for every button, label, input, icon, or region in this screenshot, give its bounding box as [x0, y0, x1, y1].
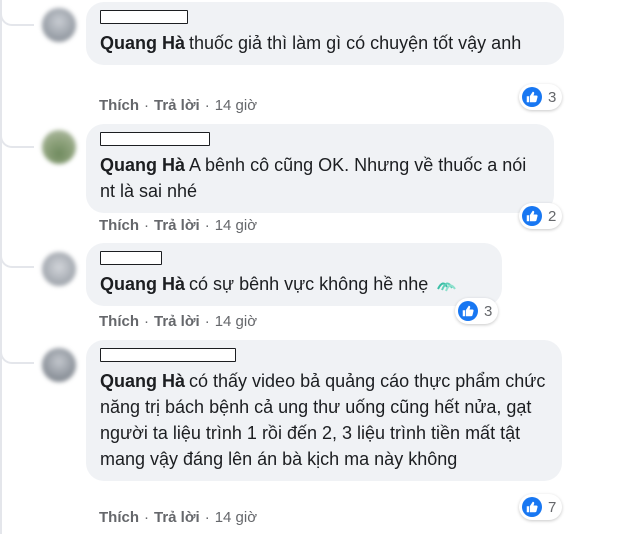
reaction-count: 7 [548, 498, 557, 516]
timestamp[interactable]: 14 giờ [215, 313, 257, 330]
reply-link[interactable]: Trả lời [154, 97, 200, 114]
reaction-summary[interactable]: 2 [519, 203, 563, 229]
comment-bubble: Quang Hà thuốc giả thì làm gì có chuyện t… [86, 2, 564, 65]
comment-bubble: Quang Hà có thấy video bả quảng cáo thực … [86, 340, 562, 481]
reaction-count: 3 [548, 88, 557, 106]
reaction-count: 2 [548, 207, 557, 225]
thread-line [0, 0, 2, 534]
comment-text: Quang Hà A bênh cô cũng OK. Nhưng về thuố… [100, 152, 540, 204]
thread-branch [0, 352, 34, 364]
avatar[interactable] [42, 252, 76, 286]
cold-sweat-emoji-icon [435, 274, 457, 292]
comment-text: Quang Hà có sự bênh vực không hề nhẹ [100, 271, 488, 297]
avatar[interactable] [42, 130, 76, 164]
reply-link[interactable]: Trả lời [154, 217, 200, 234]
like-icon [522, 497, 542, 517]
reply-link[interactable]: Trả lời [154, 509, 200, 526]
like-icon [522, 87, 542, 107]
reaction-count: 3 [484, 302, 493, 320]
like-link[interactable]: Thích [99, 97, 139, 114]
like-icon [522, 206, 542, 226]
mention-author[interactable]: Quang Hà [100, 155, 185, 175]
like-link[interactable]: Thích [99, 217, 139, 234]
comment-body: thuốc giả thì làm gì có chuyện tốt vậy a… [189, 33, 522, 53]
comment-actions: Thích · Trả lời · 14 giờ [99, 217, 258, 234]
comment-bubble: Quang Hà A bênh cô cũng OK. Nhưng về thuố… [86, 124, 554, 213]
redacted-name [100, 132, 210, 146]
comment-bubble: Quang Hà có sự bênh vực không hề nhẹ [86, 243, 502, 306]
mention-author[interactable]: Quang Hà [100, 274, 185, 294]
reaction-summary[interactable]: 3 [455, 298, 499, 324]
redacted-name [100, 348, 236, 362]
comment-text: Quang Hà thuốc giả thì làm gì có chuyện t… [100, 30, 550, 56]
avatar[interactable] [42, 348, 76, 382]
comment-actions: Thích · Trả lời · 14 giờ [99, 313, 258, 330]
reaction-summary[interactable]: 7 [519, 494, 563, 520]
like-link[interactable]: Thích [99, 313, 139, 330]
redacted-name [100, 10, 188, 24]
avatar[interactable] [42, 8, 76, 42]
mention-author[interactable]: Quang Hà [100, 371, 185, 391]
timestamp[interactable]: 14 giờ [215, 509, 257, 526]
reaction-summary[interactable]: 3 [519, 84, 563, 110]
thread-branch [0, 256, 34, 268]
thread-branch [0, 136, 34, 148]
comment-body: có sự bênh vực không hề nhẹ [189, 274, 429, 294]
comment-actions: Thích · Trả lời · 14 giờ [99, 509, 258, 526]
comment-text: Quang Hà có thấy video bả quảng cáo thực … [100, 368, 548, 472]
comment-actions: Thích · Trả lời · 14 giờ [99, 97, 258, 114]
redacted-name [100, 251, 162, 265]
like-icon [458, 301, 478, 321]
timestamp[interactable]: 14 giờ [215, 217, 257, 234]
thread-branch [0, 14, 34, 26]
mention-author[interactable]: Quang Hà [100, 33, 185, 53]
timestamp[interactable]: 14 giờ [215, 97, 257, 114]
reply-link[interactable]: Trả lời [154, 313, 200, 330]
like-link[interactable]: Thích [99, 509, 139, 526]
